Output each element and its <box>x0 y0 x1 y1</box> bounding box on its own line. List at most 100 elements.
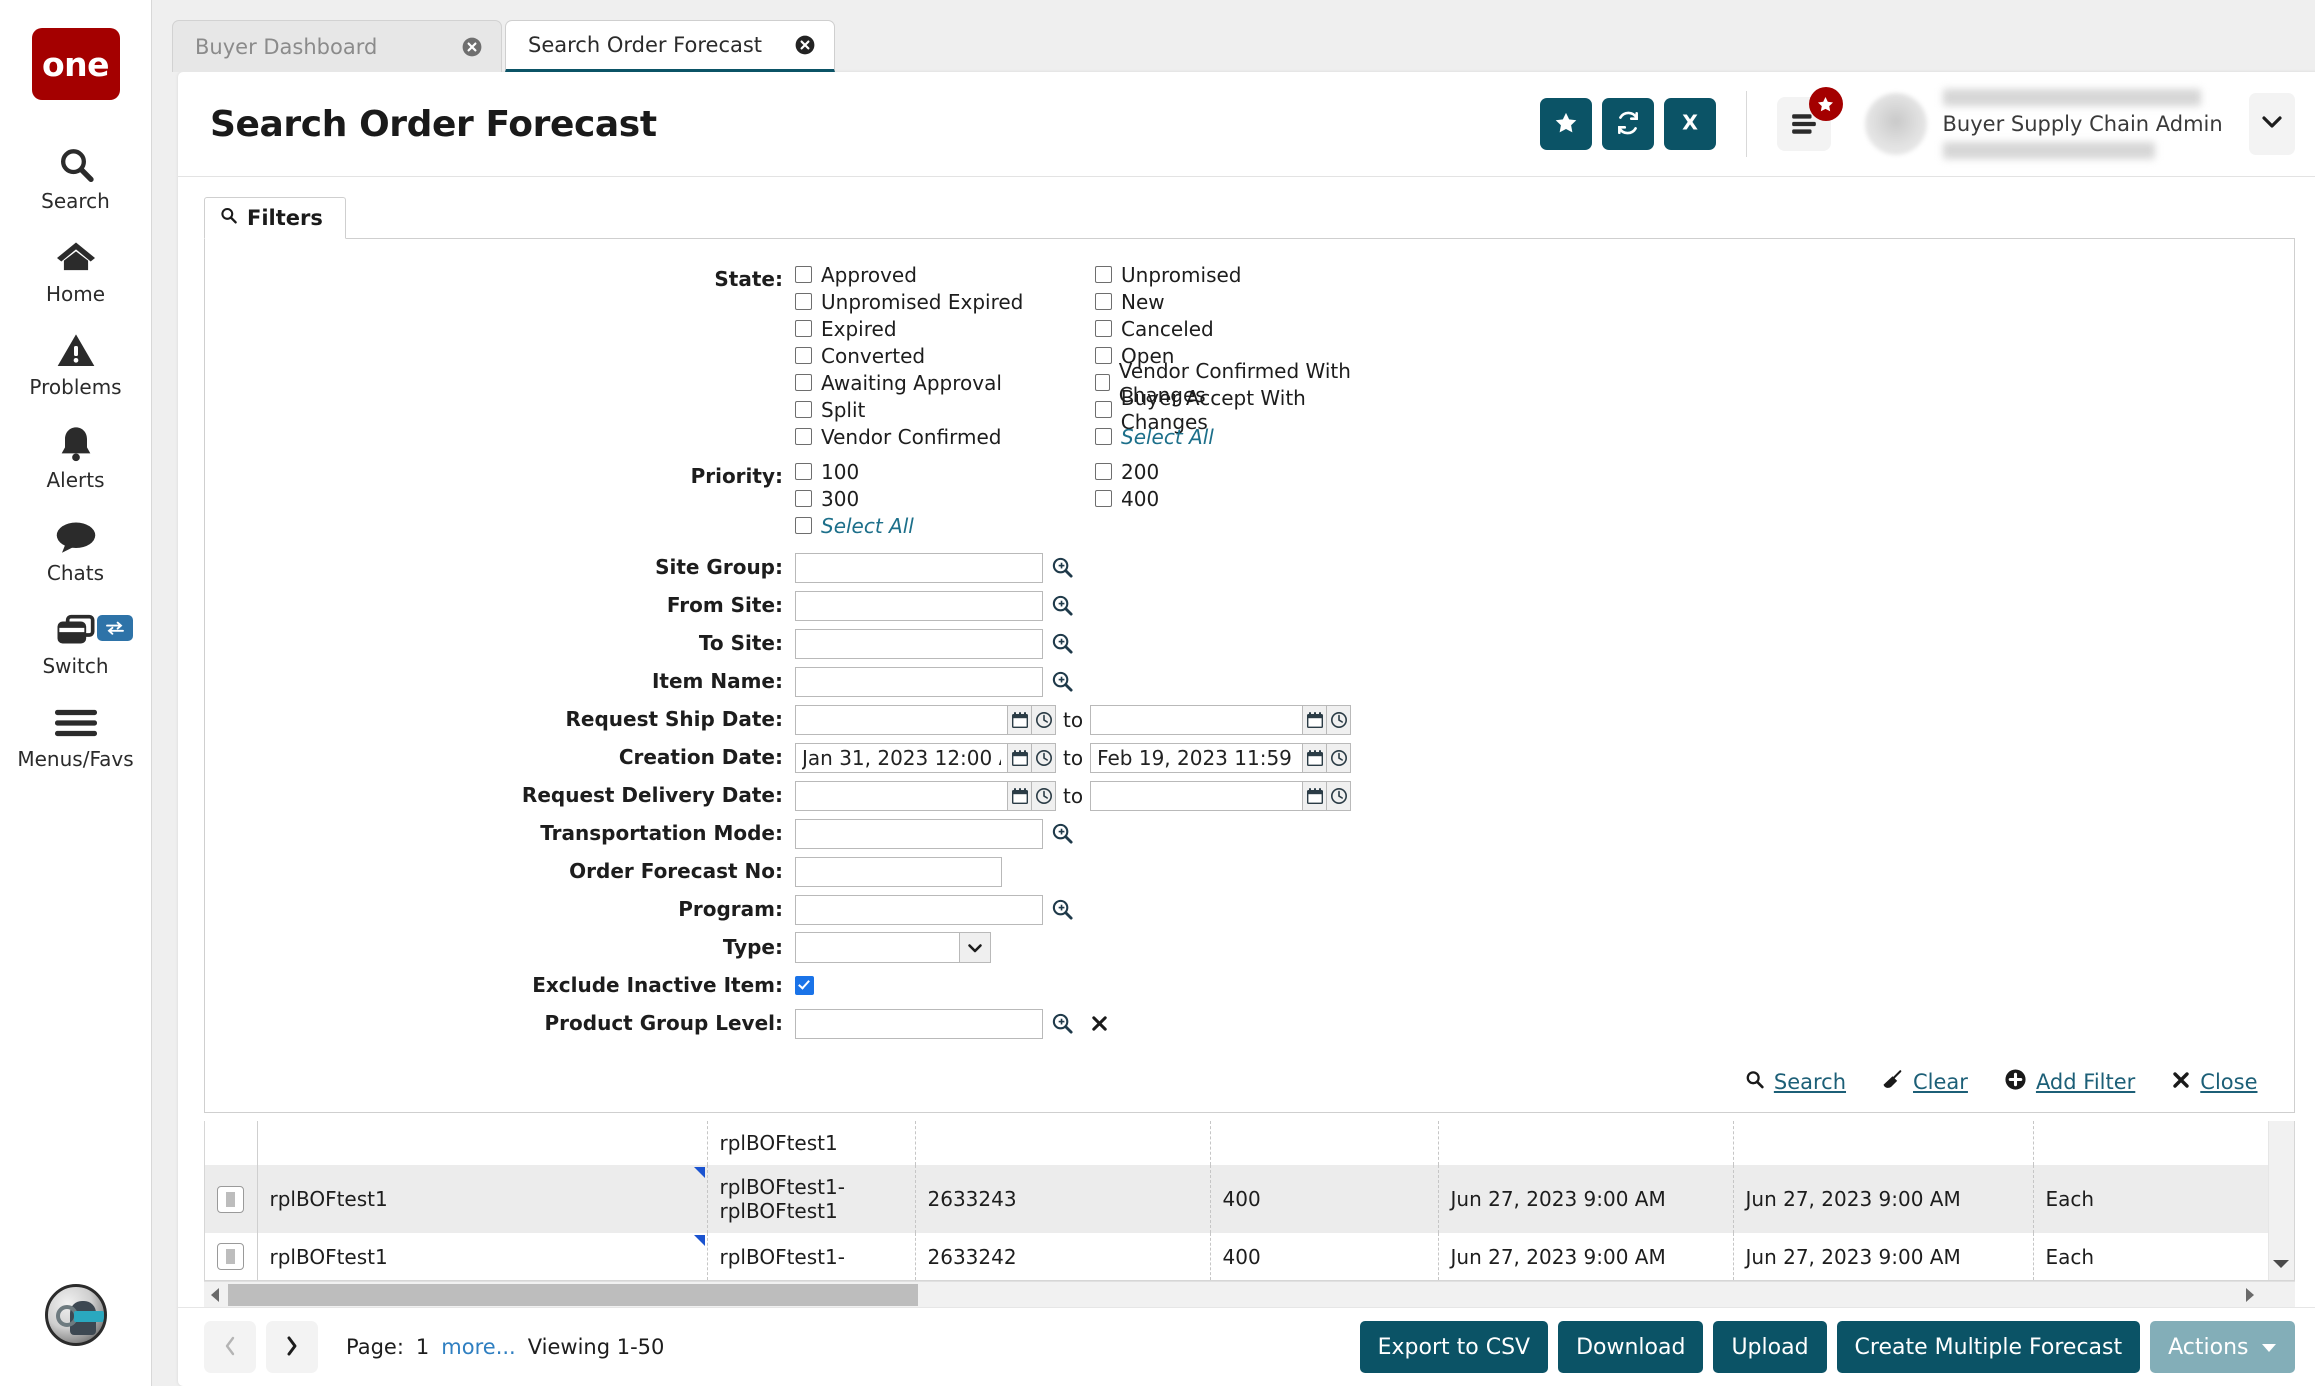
request-delivery-date-from-input[interactable] <box>795 780 1008 811</box>
product-group-level-input[interactable] <box>795 1008 1043 1039</box>
priority-300-input[interactable] <box>795 490 812 507</box>
request-ship-date-to-input[interactable] <box>1090 704 1304 735</box>
to-site-input[interactable] <box>795 628 1043 659</box>
switch-toggle-badge[interactable] <box>97 615 133 641</box>
clock-icon[interactable] <box>1032 742 1056 773</box>
state-approved-input[interactable] <box>795 266 812 283</box>
sidebar-item-alerts[interactable]: Alerts <box>0 409 151 502</box>
checkbox-priority-100[interactable]: 100 <box>795 458 1095 485</box>
priority-200-input[interactable] <box>1095 463 1112 480</box>
tab-search-order-forecast[interactable]: Search Order Forecast <box>505 20 835 72</box>
site-group-input[interactable] <box>795 552 1043 583</box>
assistant-launcher[interactable] <box>0 1284 151 1346</box>
table-row[interactable]: rplBOFtest1 rplBOFtest1- rplBOFtest1 263… <box>205 1165 2294 1233</box>
user-menu-toggle[interactable] <box>2248 93 2295 155</box>
state-open-input[interactable] <box>1095 347 1112 364</box>
search-icon[interactable] <box>1051 594 1074 617</box>
search-icon[interactable] <box>1051 670 1074 693</box>
state-select-all-input[interactable] <box>1095 428 1112 445</box>
sidebar-item-chats[interactable]: Chats <box>0 502 151 595</box>
table-row-partial[interactable]: rplBOFtest1 <box>205 1121 2294 1165</box>
search-icon[interactable] <box>1051 898 1074 921</box>
checkbox-state-new[interactable]: New <box>1095 288 1395 315</box>
tab-buyer-dashboard[interactable]: Buyer Dashboard <box>172 20 502 72</box>
checkbox-state-converted[interactable]: Converted <box>795 342 1095 369</box>
request-delivery-date-to-input[interactable] <box>1090 780 1304 811</box>
ai-assistant-avatar[interactable] <box>44 1284 107 1346</box>
filter-clear-action[interactable]: Clear <box>1882 1069 1968 1095</box>
export-to-csv-button[interactable]: Export to CSV <box>1359 1321 1549 1373</box>
priority-400-input[interactable] <box>1095 490 1112 507</box>
clock-icon[interactable] <box>1032 704 1056 735</box>
state-new-input[interactable] <box>1095 293 1112 310</box>
close-page-button[interactable]: X <box>1663 98 1716 150</box>
app-logo[interactable]: one <box>31 28 120 100</box>
row-select-cell[interactable] <box>205 1165 258 1233</box>
select-all-link[interactable]: Select All <box>1121 425 1214 449</box>
sidebar-item-home[interactable]: Home <box>0 223 151 316</box>
prev-page-button[interactable] <box>204 1321 256 1373</box>
state-split-input[interactable] <box>795 401 812 418</box>
search-icon[interactable] <box>1051 632 1074 655</box>
calendar-icon[interactable] <box>1303 742 1328 773</box>
state-canceled-input[interactable] <box>1095 320 1112 337</box>
sidebar-item-switch[interactable]: Switch <box>0 595 151 688</box>
table-row[interactable]: rplBOFtest1 rplBOFtest1- 2633242 400 Jun… <box>205 1233 2294 1280</box>
refresh-button[interactable] <box>1601 98 1654 150</box>
priority-100-input[interactable] <box>795 463 812 480</box>
scroll-down-icon[interactable] <box>2272 1257 2290 1275</box>
calendar-icon[interactable] <box>1303 780 1328 811</box>
scroll-right-icon[interactable] <box>2239 1287 2261 1303</box>
calendar-icon[interactable] <box>1303 704 1328 735</box>
state-vendor-confirmed-with-changes-input[interactable] <box>1095 374 1110 391</box>
upload-button[interactable]: Upload <box>1713 1321 1827 1373</box>
search-icon[interactable] <box>1051 1012 1074 1035</box>
actions-dropdown-button[interactable]: Actions <box>2150 1321 2295 1373</box>
checkbox-state-awaiting-approval[interactable]: Awaiting Approval <box>795 369 1095 396</box>
clock-icon[interactable] <box>1032 780 1056 811</box>
download-button[interactable]: Download <box>1558 1321 1704 1373</box>
cell-forecast-no[interactable]: 2633243 <box>915 1165 1211 1233</box>
favorite-button[interactable] <box>1539 98 1592 150</box>
cell-forecast-no[interactable]: 2633242 <box>915 1233 1211 1280</box>
search-icon[interactable] <box>1051 556 1074 579</box>
row-select-cell[interactable] <box>205 1233 258 1280</box>
filter-search-action[interactable]: Search <box>1744 1069 1846 1095</box>
type-select[interactable] <box>795 932 960 963</box>
scroll-left-icon[interactable] <box>204 1287 226 1303</box>
checkbox-priority-300[interactable]: 300 <box>795 485 1095 512</box>
clock-icon[interactable] <box>1327 704 1352 735</box>
clock-icon[interactable] <box>1327 742 1352 773</box>
sidebar-item-problems[interactable]: Problems <box>0 316 151 409</box>
checkbox-state-buyer-accept-with-changes[interactable]: Buyer Accept With Changes <box>1095 386 1395 434</box>
exclude-inactive-item-checkbox[interactable] <box>795 976 814 995</box>
state-buyer-accept-with-changes-input[interactable] <box>1095 401 1112 418</box>
user-profile[interactable]: Buyer Supply Chain Admin <box>1864 82 2295 166</box>
program-input[interactable] <box>795 894 1043 925</box>
vertical-scrollbar[interactable] <box>2267 1121 2294 1280</box>
horizontal-scroll-thumb[interactable] <box>228 1283 918 1306</box>
request-ship-date-from-input[interactable] <box>795 704 1008 735</box>
filter-add-filter-action[interactable]: Add Filter <box>2004 1068 2135 1096</box>
calendar-icon[interactable] <box>1008 742 1032 773</box>
transportation-mode-input[interactable] <box>795 818 1043 849</box>
priority-select-all-input[interactable] <box>795 517 812 534</box>
horizontal-scrollbar[interactable] <box>204 1281 2295 1307</box>
row-checkbox[interactable] <box>217 1243 245 1270</box>
checkbox-state-unpromised[interactable]: Unpromised <box>1095 261 1395 288</box>
order-forecast-no-input[interactable] <box>795 856 1002 887</box>
state-converted-input[interactable] <box>795 347 812 364</box>
state-vendor-confirmed-input[interactable] <box>795 428 812 445</box>
state-unpromised-input[interactable] <box>1095 266 1112 283</box>
checkbox-state-unpromised-expired[interactable]: Unpromised Expired <box>795 288 1095 315</box>
close-icon[interactable] <box>461 36 483 58</box>
checkbox-state-split[interactable]: Split <box>795 396 1095 423</box>
tab-filters[interactable]: Filters <box>204 197 346 239</box>
row-checkbox[interactable] <box>217 1185 245 1213</box>
page-menu-button[interactable] <box>1776 87 1843 151</box>
clear-product-group-level-icon[interactable] <box>1090 1014 1109 1033</box>
create-multiple-forecast-button[interactable]: Create Multiple Forecast <box>1836 1321 2141 1373</box>
chevron-down-icon[interactable] <box>960 932 991 963</box>
checkbox-priority-400[interactable]: 400 <box>1095 485 1395 512</box>
search-icon[interactable] <box>1051 822 1074 845</box>
